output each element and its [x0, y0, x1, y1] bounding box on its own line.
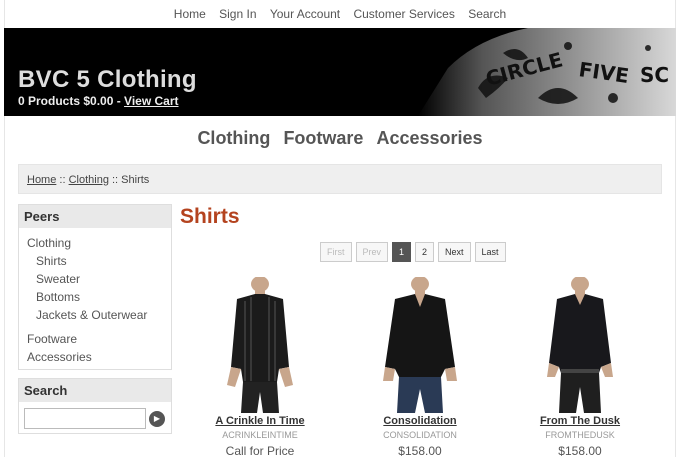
product-sku: CONSOLIDATION — [383, 430, 457, 440]
breadcrumb-current: Shirts — [121, 174, 150, 186]
breadcrumb: Home :: Clothing :: Shirts — [18, 164, 662, 194]
view-cart-link[interactable]: View Cart — [124, 94, 178, 108]
category-clothing-link[interactable]: Clothing — [197, 128, 270, 148]
product-sku: FROMTHEDUSK — [545, 430, 615, 440]
nav-your-account-link[interactable]: Your Account — [270, 7, 340, 21]
list-item: Bottoms — [27, 288, 171, 306]
product-image[interactable] — [375, 277, 465, 413]
product-image[interactable] — [215, 277, 305, 413]
pager-page-1: 1 — [392, 242, 412, 262]
pager-next-button[interactable]: Next — [438, 242, 471, 262]
breadcrumb-clothing-link[interactable]: Clothing — [69, 174, 109, 186]
store-name: BVC 5 Clothing — [18, 66, 197, 93]
category-navigation: Clothing Footware Accessories — [0, 128, 680, 149]
list-item: Clothing — [27, 234, 171, 252]
list-item: Shirts — [27, 252, 171, 270]
sidebar-item-accessories[interactable]: Accessories — [27, 350, 92, 364]
list-item: Sweater — [27, 270, 171, 288]
product-price: Call for Price — [225, 444, 295, 457]
header-banner: CIRCLE FIVE SC BVC 5 Clothing 0 Products… — [4, 28, 676, 116]
nav-home-link[interactable]: Home — [174, 7, 206, 21]
sidebar-item-sweater[interactable]: Sweater — [36, 272, 80, 286]
cart-count-text: 0 Products $0.00 - — [18, 94, 125, 108]
product-card: Consolidation CONSOLIDATION $158.00 — [350, 277, 490, 457]
breadcrumb-home-link[interactable]: Home — [27, 174, 56, 186]
product-card: From The Dusk FROMTHEDUSK $158.00 — [510, 277, 650, 457]
product-card: A Crinkle In Time ACRINKLEINTIME Call fo… — [190, 277, 330, 457]
sidebar-item-jackets-outerwear[interactable]: Jackets & Outerwear — [36, 308, 147, 322]
search-title: Search — [19, 379, 171, 402]
category-footware-link[interactable]: Footware — [283, 128, 363, 148]
pagination: First Prev 1 2 Next Last — [320, 242, 506, 262]
peers-list: Clothing Shirts Sweater Bottoms Jackets … — [19, 228, 171, 366]
product-sku: ACRINKLEINTIME — [222, 430, 298, 440]
pager-page-2[interactable]: 2 — [415, 242, 435, 262]
category-accessories-link[interactable]: Accessories — [376, 128, 482, 148]
nav-customer-services-link[interactable]: Customer Services — [353, 7, 454, 21]
sidebar-item-clothing[interactable]: Clothing — [27, 236, 71, 250]
banner-graphic: CIRCLE FIVE SC — [418, 28, 676, 116]
nav-sign-in-link[interactable]: Sign In — [219, 7, 256, 21]
sidebar-item-bottoms[interactable]: Bottoms — [36, 290, 80, 304]
cart-summary: 0 Products $0.00 - View Cart — [18, 94, 179, 108]
product-name-link[interactable]: Consolidation — [350, 415, 490, 427]
play-arrow-icon: ▶ — [153, 414, 161, 423]
page-title: Shirts — [180, 205, 240, 228]
search-input[interactable] — [24, 408, 146, 429]
svg-text:SC: SC — [640, 63, 669, 87]
pager-prev-button: Prev — [355, 242, 389, 262]
list-item: Footware — [27, 330, 171, 348]
sidebar-item-footware[interactable]: Footware — [27, 332, 77, 346]
nav-search-link[interactable]: Search — [468, 7, 506, 21]
product-price: $158.00 — [558, 444, 602, 457]
list-item: Jackets & Outerwear — [27, 306, 171, 324]
breadcrumb-separator: :: — [56, 174, 69, 186]
peers-panel: Peers Clothing Shirts Sweater Bottoms Ja… — [18, 204, 172, 370]
list-item: Accessories — [27, 348, 171, 366]
breadcrumb-separator: :: — [108, 174, 122, 186]
product-image[interactable] — [535, 277, 625, 413]
product-name-link[interactable]: A Crinkle In Time — [190, 415, 330, 427]
peers-title: Peers — [19, 205, 171, 228]
pager-first-button: First — [320, 242, 352, 262]
product-price: $158.00 — [398, 444, 442, 457]
search-panel: Search ▶ — [18, 378, 172, 434]
sidebar-item-shirts[interactable]: Shirts — [36, 254, 67, 268]
pager-last-button[interactable]: Last — [474, 242, 506, 262]
top-navigation: Home Sign In Your Account Customer Servi… — [0, 7, 680, 21]
product-name-link[interactable]: From The Dusk — [510, 415, 650, 427]
search-submit-button[interactable]: ▶ — [149, 411, 165, 427]
